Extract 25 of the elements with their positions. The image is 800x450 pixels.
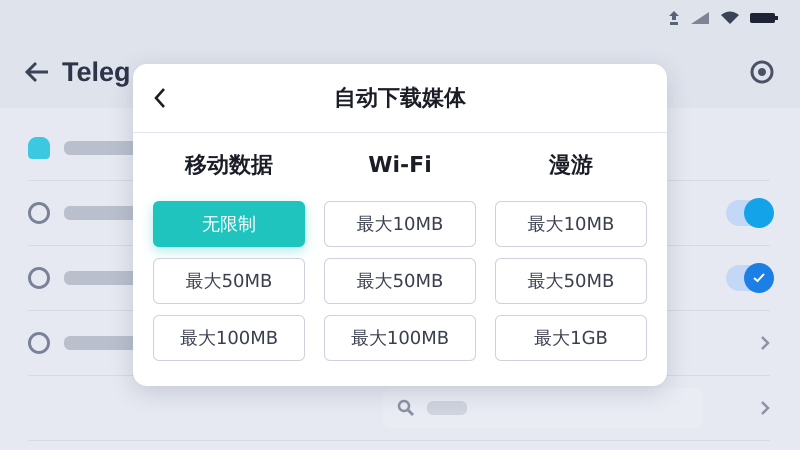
- option-button[interactable]: 最大50MB: [324, 258, 476, 304]
- option-button[interactable]: 最大1GB: [495, 315, 647, 361]
- signal-icon: [690, 11, 710, 25]
- column-heading: 漫游: [549, 152, 593, 180]
- column-heading: 移动数据: [185, 152, 273, 180]
- chevron-icon: [760, 400, 770, 416]
- column-heading: Wi-Fi: [368, 152, 432, 180]
- placeholder-bar: [427, 401, 467, 415]
- option-button[interactable]: 最大10MB: [324, 201, 476, 247]
- option-button[interactable]: 最大100MB: [153, 315, 305, 361]
- chevron-icon: [760, 335, 770, 351]
- app-title: Teleg: [62, 56, 131, 88]
- option-button[interactable]: 最大100MB: [324, 315, 476, 361]
- battery-icon: [750, 12, 778, 24]
- option-button[interactable]: 最大50MB: [153, 258, 305, 304]
- option-button[interactable]: 最大10MB: [495, 201, 647, 247]
- back-arrow-icon[interactable]: [24, 61, 50, 83]
- option-button[interactable]: 最大50MB: [495, 258, 647, 304]
- search-icon: [397, 399, 415, 417]
- check-icon: [753, 273, 765, 283]
- upload-icon: [668, 10, 680, 26]
- gear-icon[interactable]: [748, 58, 776, 86]
- wifi-icon: [720, 11, 740, 25]
- back-chevron-icon[interactable]: [153, 87, 167, 109]
- dialog-title: 自动下载媒体: [334, 85, 466, 113]
